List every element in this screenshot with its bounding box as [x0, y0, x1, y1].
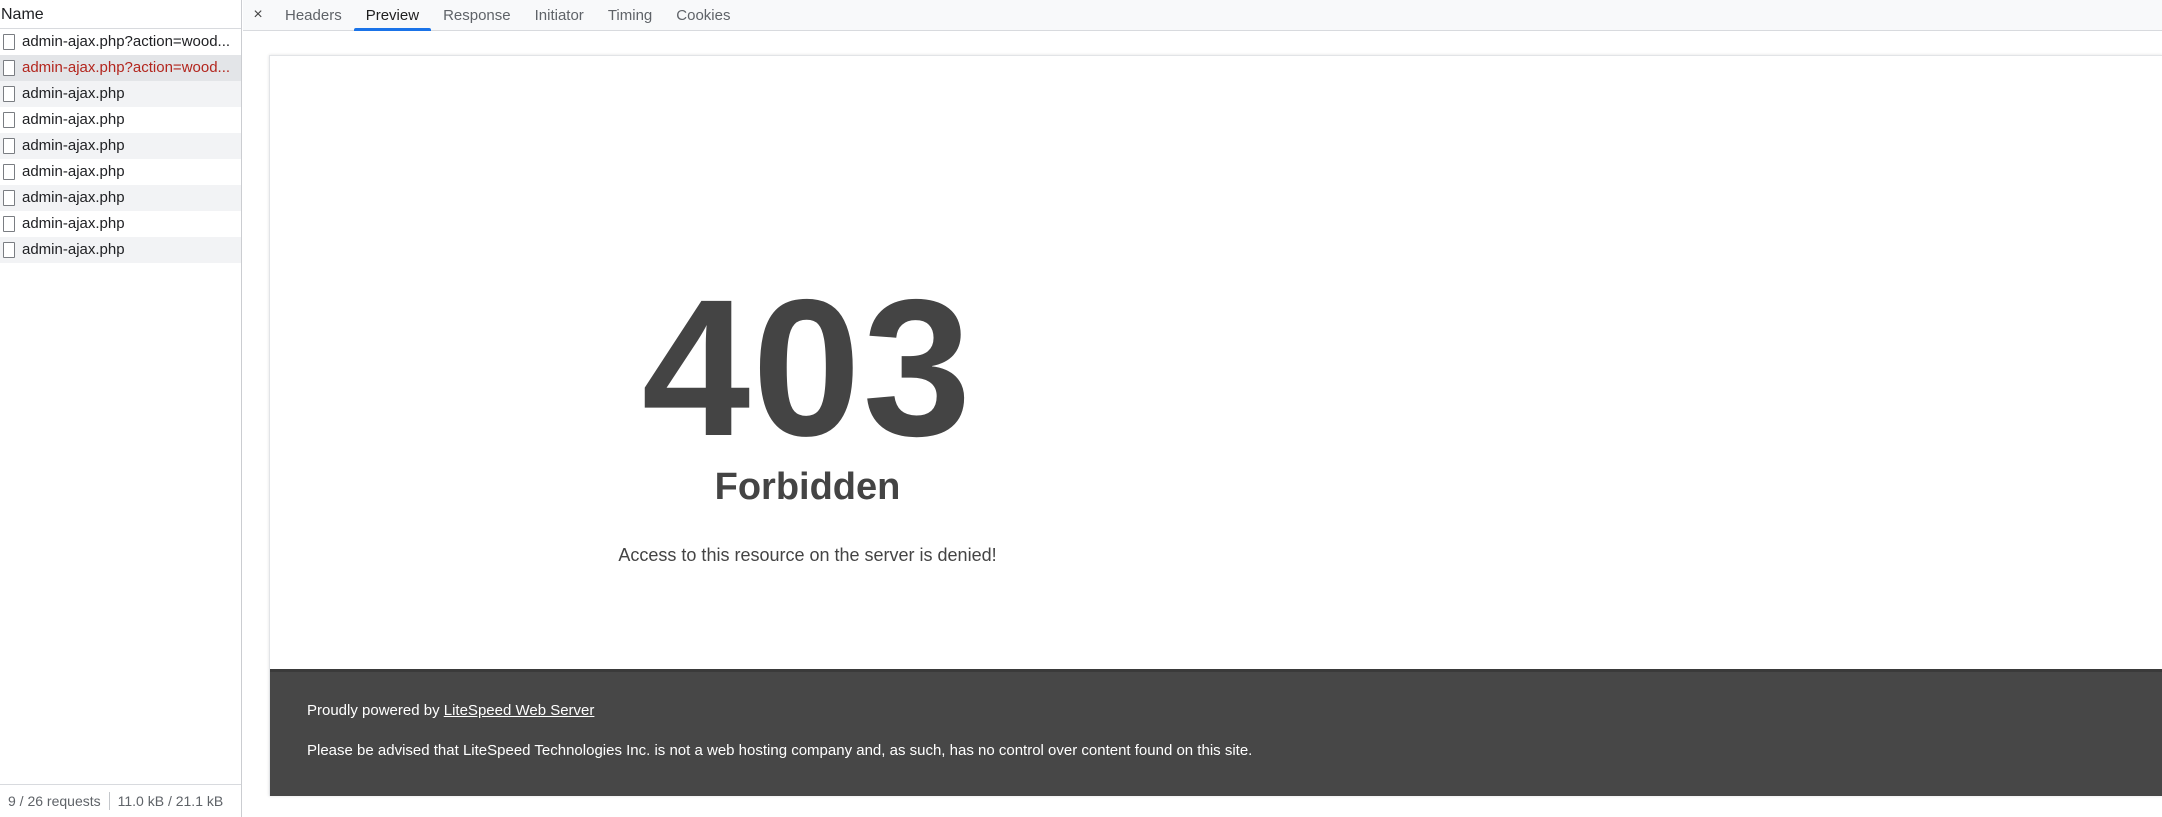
request-name: admin-ajax.php?action=wood... — [22, 59, 231, 76]
tab-preview[interactable]: Preview — [353, 0, 432, 31]
error-content: 403 Forbidden Access to this resource on… — [270, 56, 2162, 669]
hosting-notice: Please be advised that LiteSpeed Technol… — [307, 742, 1253, 759]
request-row[interactable]: admin-ajax.php — [0, 81, 241, 107]
tab-initiator[interactable]: Initiator — [523, 0, 596, 30]
request-name: admin-ajax.php — [22, 189, 125, 206]
transfer-size: 11.0 kB / 21.1 kB — [117, 793, 224, 809]
powered-by-prefix: Proudly powered by — [307, 702, 440, 719]
request-count: 9 / 26 requests — [8, 793, 101, 809]
tab-timing[interactable]: Timing — [596, 0, 664, 30]
litespeed-link[interactable]: LiteSpeed Web Server — [444, 702, 595, 719]
powered-by-line: Proudly powered by LiteSpeed Web Server — [307, 702, 594, 719]
request-row[interactable]: admin-ajax.php — [0, 211, 241, 237]
document-icon — [3, 112, 15, 128]
request-row[interactable]: admin-ajax.php — [0, 159, 241, 185]
document-icon — [3, 190, 15, 206]
document-icon — [3, 86, 15, 102]
document-icon — [3, 164, 15, 180]
request-row-selected[interactable]: admin-ajax.php?action=wood... — [0, 55, 241, 81]
document-icon — [3, 60, 15, 76]
document-icon — [3, 138, 15, 154]
document-icon — [3, 216, 15, 232]
request-name: admin-ajax.php — [22, 85, 125, 102]
tab-response[interactable]: Response — [431, 0, 523, 30]
request-row[interactable]: admin-ajax.php — [0, 133, 241, 159]
request-row[interactable]: admin-ajax.php — [0, 185, 241, 211]
name-column-header[interactable]: Name — [0, 0, 241, 29]
request-name: admin-ajax.php?action=wood... — [22, 33, 231, 50]
request-name: admin-ajax.php — [22, 241, 125, 258]
detail-tab-bar: × Headers Preview Response Initiator Tim… — [243, 0, 2162, 31]
request-row[interactable]: admin-ajax.php — [0, 107, 241, 133]
error-description: Access to this resource on the server is… — [618, 545, 997, 565]
close-icon[interactable]: × — [243, 0, 273, 30]
request-detail-panel: × Headers Preview Response Initiator Tim… — [243, 0, 2162, 817]
status-bar: 9 / 26 requests 11.0 kB / 21.1 kB — [0, 784, 241, 817]
tab-headers[interactable]: Headers — [273, 0, 354, 30]
document-icon — [3, 242, 15, 258]
document-icon — [3, 34, 15, 50]
request-name: admin-ajax.php — [22, 137, 125, 154]
request-name: admin-ajax.php — [22, 163, 125, 180]
request-list-panel: Name admin-ajax.php?action=wood... admin… — [0, 0, 242, 817]
request-row[interactable]: admin-ajax.php?action=wood... — [0, 29, 241, 55]
request-name: admin-ajax.php — [22, 111, 125, 128]
request-name: admin-ajax.php — [22, 215, 125, 232]
request-row[interactable]: admin-ajax.php — [0, 237, 241, 263]
tab-cookies[interactable]: Cookies — [664, 0, 742, 30]
error-title: Forbidden — [714, 466, 901, 508]
server-footer: Proudly powered by LiteSpeed Web Server … — [270, 669, 2162, 796]
response-preview: 403 Forbidden Access to this resource on… — [269, 55, 2162, 796]
error-code: 403 — [641, 259, 974, 477]
